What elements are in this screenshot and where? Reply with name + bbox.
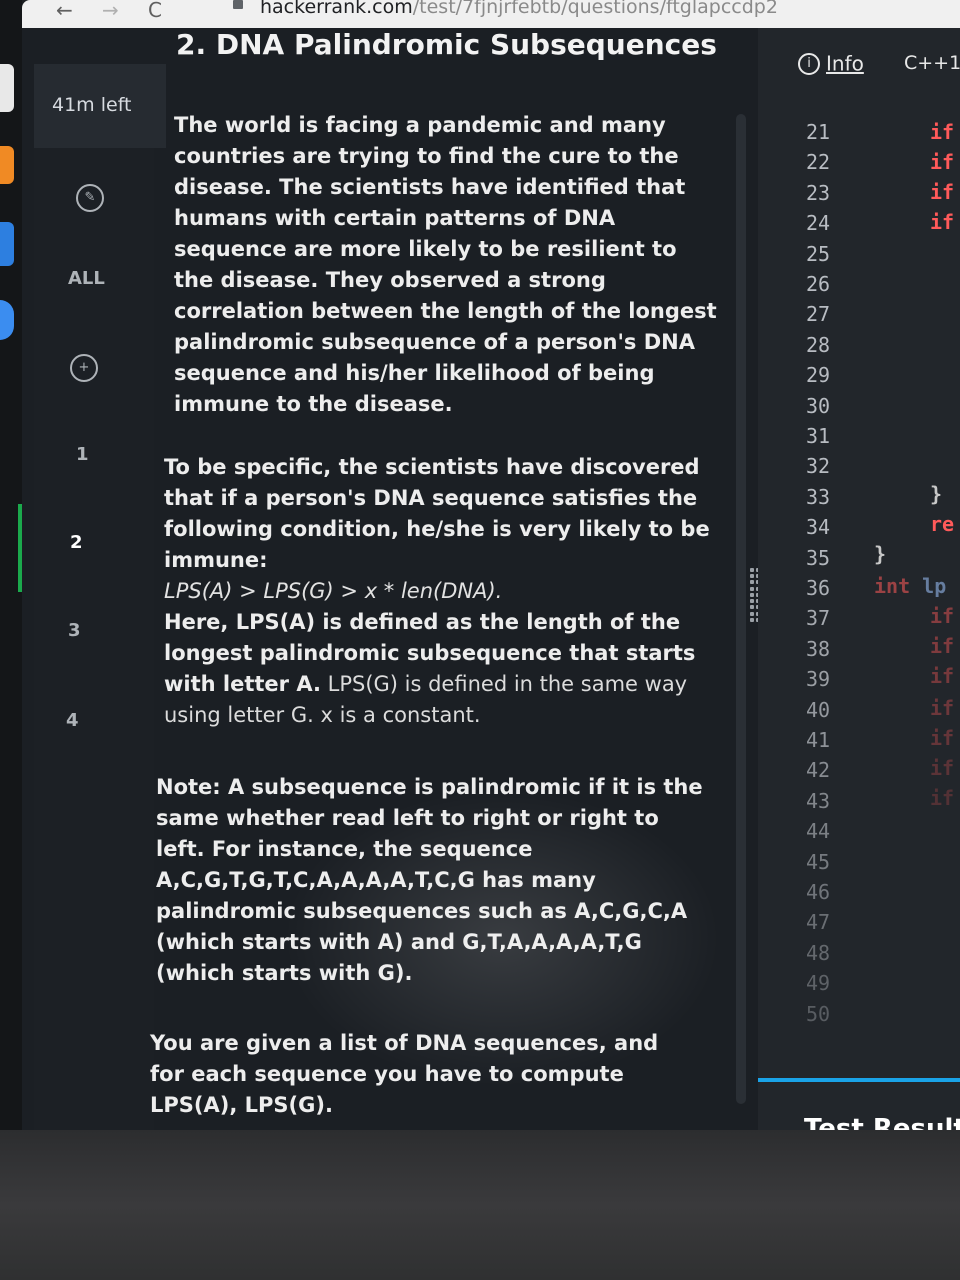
code-if[interactable]: if — [930, 150, 954, 174]
problem-paragraph-condition: To be specific, the scientists have disc… — [164, 452, 712, 731]
line-number: 36 — [805, 576, 831, 600]
line-number: 28 — [805, 332, 831, 357]
code-if[interactable]: if — [930, 664, 954, 688]
line-number: 35 — [805, 545, 831, 570]
line-number: 33 — [805, 484, 831, 509]
url-path: /test/7fjnjrfebtb/questions/ftglapccdp2 — [412, 0, 778, 18]
line-number: 21 — [805, 120, 831, 144]
code-brace[interactable]: } — [930, 482, 942, 506]
line-number: 40 — [805, 697, 831, 722]
code-identifier: lp — [922, 574, 947, 598]
line-number: 24 — [805, 211, 831, 236]
problem-paragraph-intro: The world is facing a pandemic and many … — [174, 113, 717, 416]
code-int-keyword: int — [874, 574, 911, 598]
line-number: 46 — [805, 880, 831, 904]
line-number: 32 — [805, 454, 831, 479]
line-number: 25 — [805, 241, 831, 266]
line-number: 27 — [805, 302, 831, 327]
browser-toolbar: ← → C hackerrank.com/test/7fjnjrfebtb/qu… — [22, 0, 960, 28]
forward-icon[interactable]: → — [102, 0, 119, 20]
line-number: 41 — [805, 728, 831, 752]
code-if[interactable]: if — [930, 786, 954, 810]
problem-scrollbar[interactable] — [736, 114, 746, 1104]
line-number: 39 — [805, 667, 831, 692]
code-if[interactable]: if — [930, 604, 954, 628]
line-number: 34 — [805, 515, 831, 540]
back-icon[interactable]: ← — [56, 0, 73, 20]
dock-app-icon[interactable] — [0, 146, 14, 184]
code-if[interactable]: if — [930, 120, 954, 144]
condition-formula: LPS(A) > LPS(G) > x * len(DNA). — [164, 579, 503, 603]
code-int-decl[interactable]: int lp — [874, 574, 946, 598]
code-if[interactable]: if — [930, 634, 954, 658]
reload-icon[interactable]: C — [148, 0, 162, 20]
line-number: 37 — [805, 606, 831, 631]
question-item-4[interactable]: 4 — [66, 710, 79, 731]
line-number: 26 — [805, 272, 831, 296]
filter-all[interactable]: ALL — [68, 268, 105, 289]
line-number: 29 — [805, 363, 831, 388]
question-item-3[interactable]: 3 — [68, 620, 81, 641]
question-item-1[interactable]: 1 — [76, 444, 89, 465]
question-item-2[interactable]: 2 — [70, 532, 83, 553]
question-sidebar: 41m left ✎ ALL + 1 2 3 4 — [18, 64, 166, 1130]
info-icon: i — [798, 52, 820, 75]
line-number: 44 — [805, 819, 831, 844]
line-number: 47 — [805, 910, 831, 935]
dock-app-icon[interactable] — [0, 64, 14, 112]
code-editor-panel: i Info C++14 21 22 23 24 25 26 27 28 29 30 31 32 33 34… — [758, 28, 960, 1144]
dock-app-icon[interactable] — [0, 222, 14, 266]
line-number: 22 — [805, 150, 831, 175]
add-icon[interactable]: + — [70, 354, 98, 382]
problem-panel: 2. DNA Palindromic Subsequences The worl… — [150, 28, 742, 1128]
line-number: 48 — [805, 940, 831, 965]
line-number: 42 — [805, 758, 831, 783]
address-bar[interactable]: hackerrank.com/test/7fjnjrfebtb/question… — [260, 0, 778, 18]
code-brace[interactable]: } — [874, 542, 886, 566]
line-number: 30 — [805, 393, 831, 418]
edit-icon[interactable]: ✎ — [76, 184, 104, 212]
code-if[interactable]: if — [930, 180, 954, 204]
lock-icon — [233, 0, 243, 9]
url-host: hackerrank.com — [260, 0, 413, 18]
laptop-bezel — [0, 1130, 960, 1280]
active-question-indicator — [18, 504, 22, 592]
problem-title: 2. DNA Palindromic Subsequences — [176, 28, 717, 61]
line-number: 45 — [805, 849, 831, 874]
code-if[interactable]: if — [930, 726, 954, 750]
code-if[interactable]: if — [930, 756, 954, 780]
dock-app-icon[interactable] — [0, 300, 14, 340]
code-if[interactable]: if — [930, 696, 954, 720]
line-number: 49 — [805, 971, 831, 996]
problem-note: Note: A subsequence is palindromic if it… — [156, 775, 703, 985]
line-number: 50 — [805, 1001, 831, 1026]
code-return[interactable]: re — [930, 512, 954, 536]
time-remaining: 41m left — [34, 64, 166, 148]
info-button[interactable]: i Info — [798, 50, 864, 76]
results-divider[interactable] — [758, 1078, 960, 1082]
line-number: 43 — [805, 788, 831, 813]
hackerrank-app: 41m left ✎ ALL + 1 2 3 4 2. DNA Palindro… — [18, 28, 960, 1144]
language-selector[interactable]: C++14 — [904, 52, 960, 74]
line-number: 38 — [805, 636, 831, 661]
problem-task: You are given a list of DNA sequences, a… — [150, 1031, 659, 1117]
code-if[interactable]: if — [930, 210, 954, 234]
line-number: 31 — [805, 424, 831, 448]
condition-intro: To be specific, the scientists have disc… — [164, 455, 710, 572]
info-label: Info — [826, 51, 864, 76]
line-number: 23 — [805, 180, 831, 205]
